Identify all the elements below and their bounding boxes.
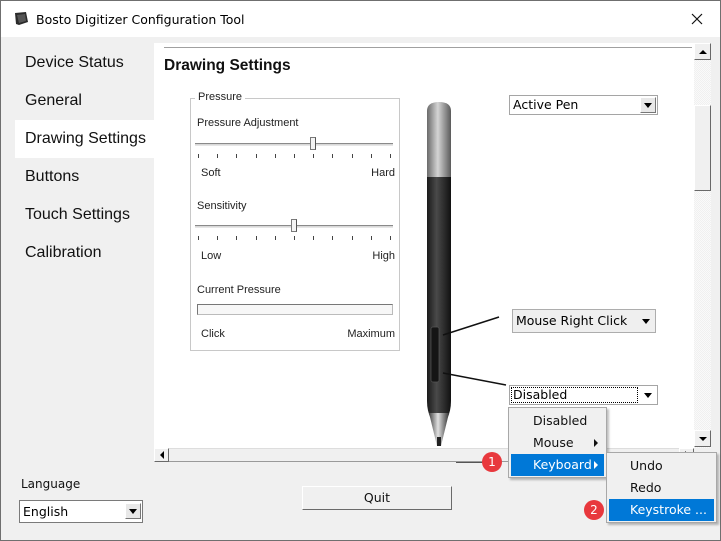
slider-tick — [332, 154, 334, 158]
arrow-left-icon — [159, 451, 164, 459]
scroll-left-button[interactable] — [154, 448, 169, 462]
sidebar-item-drawing-settings[interactable]: Drawing Settings — [15, 120, 155, 158]
slider-thumb[interactable] — [291, 219, 297, 232]
vertical-scrollbar[interactable] — [694, 43, 711, 448]
submenu-item-undo[interactable]: Undo — [609, 455, 714, 477]
submenu-item-redo[interactable]: Redo — [609, 477, 714, 499]
keyboard-submenu: Undo Redo Keystroke ... — [606, 452, 717, 523]
menu-item-label: Disabled — [533, 413, 588, 428]
menu-item-keyboard[interactable]: Keyboard — [511, 454, 604, 476]
hard-label: Hard — [371, 167, 395, 179]
slider-tick — [351, 154, 353, 158]
chevron-down-icon — [640, 97, 656, 113]
sidebar-item-buttons[interactable]: Buttons — [15, 158, 155, 196]
arrow-up-icon — [698, 49, 707, 54]
focus-ring — [511, 387, 638, 403]
close-button[interactable] — [674, 1, 720, 37]
sidebar-item-calibration[interactable]: Calibration — [15, 234, 155, 272]
slider-tick — [313, 236, 315, 240]
pen-type-value: Active Pen — [513, 97, 579, 112]
slider-tick — [198, 236, 199, 240]
app-window: Bosto Digitizer Configuration Tool Devic… — [0, 0, 721, 541]
page-title: Drawing Settings — [164, 57, 291, 74]
slider-tick — [332, 236, 334, 240]
scroll-down-button[interactable] — [694, 430, 711, 447]
submenu-arrow-icon — [594, 439, 598, 447]
low-label: Low — [201, 250, 222, 262]
upper-button-value: Mouse Right Click — [516, 313, 628, 328]
close-icon — [691, 13, 703, 25]
sidebar-item-touch-settings[interactable]: Touch Settings — [15, 196, 155, 234]
slider-tick — [294, 154, 295, 158]
step-2-badge: 2 — [584, 500, 604, 520]
maximum-label: Maximum — [347, 328, 395, 340]
sensitivity-label: Sensitivity — [197, 200, 247, 212]
menu-item-disabled[interactable]: Disabled — [511, 410, 604, 432]
slider-tick — [274, 154, 276, 158]
chevron-down-icon — [638, 313, 654, 329]
scroll-up-button[interactable] — [694, 43, 711, 60]
slider-tick — [390, 154, 391, 158]
window-title: Bosto Digitizer Configuration Tool — [36, 12, 245, 27]
chevron-down-icon — [125, 503, 141, 519]
title-bar: Bosto Digitizer Configuration Tool — [1, 1, 720, 37]
language-value: English — [23, 504, 69, 519]
pressure-adjustment-slider[interactable] — [195, 137, 393, 165]
slider-tick — [217, 154, 219, 158]
pen-type-select[interactable]: Active Pen — [509, 95, 658, 115]
button-callout-lines — [442, 316, 507, 386]
step-1-badge: 1 — [482, 452, 502, 472]
slider-tick — [255, 236, 257, 240]
menu-item-label: Keyboard — [533, 457, 592, 472]
slider-tick — [294, 236, 295, 240]
slider-tick — [390, 236, 391, 240]
divider — [164, 47, 692, 48]
button-action-menu: Disabled Mouse Keyboard — [508, 407, 607, 478]
language-label: Language — [21, 477, 81, 491]
sidebar-item-general[interactable]: General — [15, 82, 155, 120]
submenu-item-keystroke[interactable]: Keystroke ... — [609, 499, 714, 521]
slider-tick — [236, 154, 238, 158]
submenu-arrow-icon — [594, 461, 598, 469]
slider-tick — [217, 236, 219, 240]
pressure-groupbox: Pressure Pressure Adjustment Soft Hard S… — [190, 91, 400, 351]
chevron-down-icon — [640, 387, 656, 403]
sidebar-item-device-status[interactable]: Device Status — [15, 44, 155, 82]
slider-track — [195, 143, 393, 146]
slider-tick — [236, 236, 238, 240]
vertical-scroll-thumb[interactable] — [694, 105, 711, 191]
app-logo-icon — [15, 12, 28, 25]
pressure-group-legend: Pressure — [195, 91, 246, 103]
slider-tick — [274, 236, 276, 240]
upper-button-select[interactable]: Mouse Right Click — [512, 309, 656, 333]
settings-panel: Drawing Settings Pressure Pressure Adjus… — [154, 43, 694, 448]
slider-tick — [370, 236, 372, 240]
click-label: Click — [201, 328, 225, 340]
slider-tick — [351, 236, 353, 240]
high-label: High — [372, 250, 395, 262]
arrow-down-icon — [698, 436, 707, 441]
language-select[interactable]: English — [19, 500, 143, 523]
slider-tick — [198, 154, 199, 158]
menu-item-mouse[interactable]: Mouse — [511, 432, 604, 454]
quit-button[interactable]: Quit — [302, 486, 452, 510]
current-pressure-label: Current Pressure — [197, 284, 281, 296]
sensitivity-slider[interactable] — [195, 219, 393, 247]
slider-thumb[interactable] — [310, 137, 317, 150]
soft-label: Soft — [201, 167, 221, 179]
pressure-adjustment-label: Pressure Adjustment — [197, 117, 299, 129]
annotation-line — [456, 462, 484, 463]
slider-tick — [255, 154, 257, 158]
menu-item-label: Mouse — [533, 435, 574, 450]
slider-tick — [370, 154, 372, 158]
stylus-pen-image — [427, 102, 451, 446]
current-pressure-bar — [197, 304, 393, 315]
slider-tick — [313, 154, 315, 158]
lower-button-select[interactable]: Disabled — [509, 385, 658, 405]
